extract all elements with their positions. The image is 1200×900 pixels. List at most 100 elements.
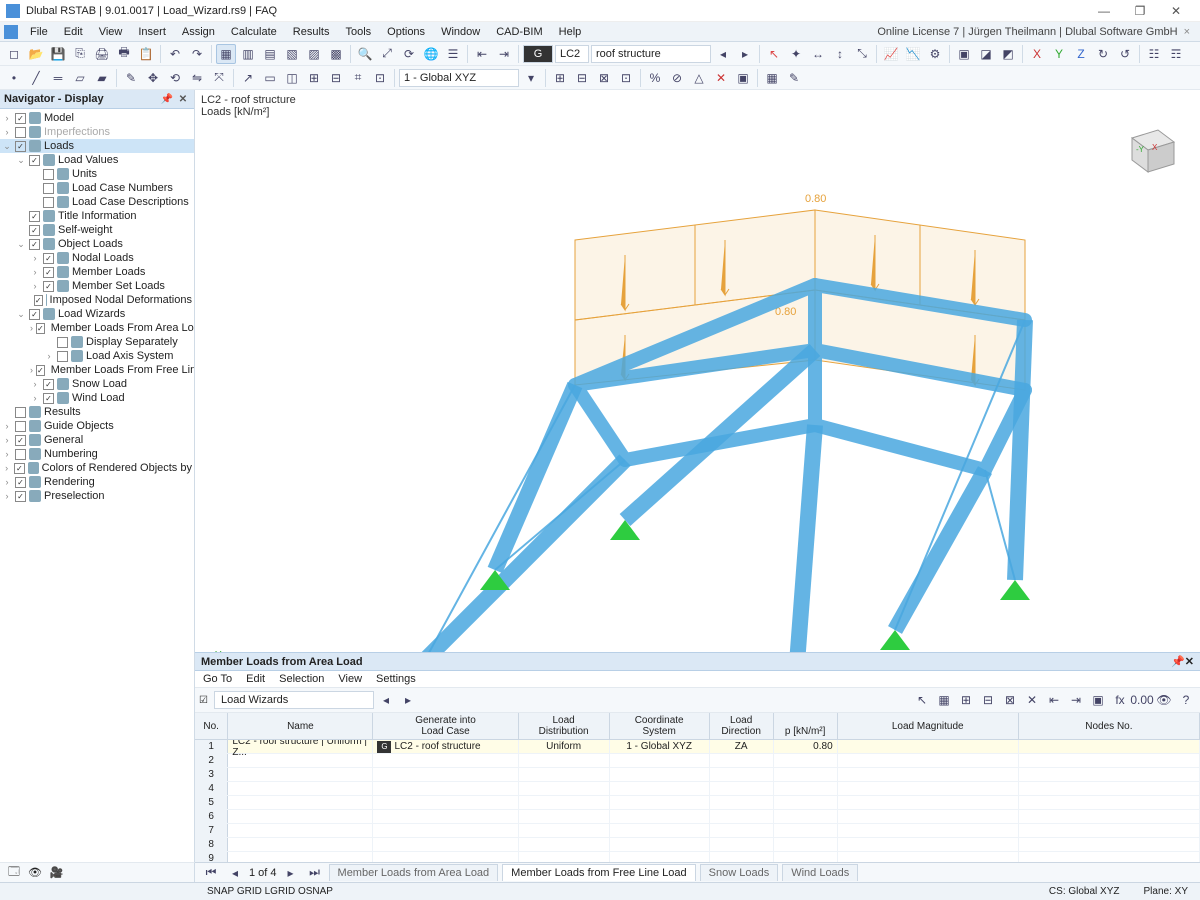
tb7-icon[interactable]: ⇤ xyxy=(1044,690,1064,710)
tree-item[interactable]: ›✓Wind Load xyxy=(0,391,194,405)
tab-area-load[interactable]: Member Loads from Area Load xyxy=(329,864,499,881)
calc-icon[interactable]: ⚙ xyxy=(925,44,945,64)
axis-dropdown[interactable]: 1 - Global XYZ xyxy=(399,69,519,87)
tree-item[interactable]: ›✓Member Set Loads xyxy=(0,279,194,293)
menu-calculate[interactable]: Calculate xyxy=(223,24,285,40)
table-row[interactable]: 7 xyxy=(195,824,1200,838)
c5-icon[interactable]: ⊡ xyxy=(370,68,390,88)
saveall-icon[interactable]: ⎘ xyxy=(70,44,90,64)
panel-menu-edit[interactable]: Edit xyxy=(246,673,265,685)
view-mode6-icon[interactable]: ▩ xyxy=(326,44,346,64)
tb13-icon[interactable]: ? xyxy=(1176,690,1196,710)
refresh-icon[interactable]: ⟳ xyxy=(399,44,419,64)
member-icon[interactable]: ═ xyxy=(48,68,68,88)
save-icon[interactable]: 💾 xyxy=(48,44,68,64)
zoom-fit-icon[interactable]: ⤢ xyxy=(377,44,397,64)
view-mode2-icon[interactable]: ▥ xyxy=(238,44,258,64)
tree-item[interactable]: Results xyxy=(0,405,194,419)
panel-close-icon[interactable]: ✕ xyxy=(1185,655,1194,668)
move-icon[interactable]: ✥ xyxy=(143,68,163,88)
nav-cam-icon[interactable]: 🎥 xyxy=(50,866,64,879)
layer2-icon[interactable]: ☶ xyxy=(1166,44,1186,64)
menu-window[interactable]: Window xyxy=(433,24,488,40)
nav-right-icon[interactable]: ⇥ xyxy=(494,44,514,64)
minimize-button[interactable]: ― xyxy=(1086,1,1122,21)
snap-icon[interactable]: ✦ xyxy=(786,44,806,64)
menu-options[interactable]: Options xyxy=(379,24,433,40)
tb2-icon[interactable]: ▦ xyxy=(934,690,954,710)
r5-icon[interactable]: ▦ xyxy=(762,68,782,88)
view-mode-icon[interactable]: ▦ xyxy=(216,44,236,64)
table-row[interactable]: 8 xyxy=(195,838,1200,852)
tab-snow-loads[interactable]: Snow Loads xyxy=(700,864,779,881)
report-icon[interactable]: 🖶 xyxy=(114,44,134,64)
filter-next-icon[interactable]: ▸ xyxy=(398,690,418,710)
view-mode3-icon[interactable]: ▤ xyxy=(260,44,280,64)
axis-menu-icon[interactable]: ▾ xyxy=(521,68,541,88)
panel-menu-view[interactable]: View xyxy=(338,673,362,685)
panel-menu-settings[interactable]: Settings xyxy=(376,673,416,685)
edit-icon[interactable]: ✎ xyxy=(121,68,141,88)
graph2-icon[interactable]: 📉 xyxy=(903,44,923,64)
navigator-tree[interactable]: ›✓Model›Imperfections⌄✓Loads⌄✓Load Value… xyxy=(0,109,194,882)
tree-item[interactable]: ›✓Preselection xyxy=(0,489,194,503)
c4-icon[interactable]: ⌗ xyxy=(348,68,368,88)
dim-icon[interactable]: ↔ xyxy=(808,44,828,64)
g3-icon[interactable]: ⊠ xyxy=(594,68,614,88)
table-row[interactable]: 5 xyxy=(195,796,1200,810)
surf-icon[interactable]: ▱ xyxy=(70,68,90,88)
tree-item[interactable]: ✓Self-weight xyxy=(0,223,194,237)
menu-insert[interactable]: Insert xyxy=(130,24,174,40)
c3-icon[interactable]: ⊟ xyxy=(326,68,346,88)
tree-item[interactable]: ›Numbering xyxy=(0,447,194,461)
tree-item[interactable]: ›✓Colors of Rendered Objects by xyxy=(0,461,194,475)
status-snap[interactable]: SNAP GRID LGRID OSNAP xyxy=(195,886,345,897)
tree-item[interactable]: ›✓General xyxy=(0,433,194,447)
tree-item[interactable]: ›✓Member Loads From Area Load xyxy=(0,321,194,335)
table-row[interactable]: 3 xyxy=(195,768,1200,782)
rect-icon[interactable]: ▭ xyxy=(260,68,280,88)
filter-dropdown[interactable]: Load Wizards xyxy=(214,691,374,709)
node-icon[interactable]: • xyxy=(4,68,24,88)
tb1-icon[interactable]: ↖ xyxy=(912,690,932,710)
g2-icon[interactable]: ⊟ xyxy=(572,68,592,88)
tb4-icon[interactable]: ⊟ xyxy=(978,690,998,710)
menu-edit[interactable]: Edit xyxy=(56,24,91,40)
nav-data-icon[interactable]: 🗔 xyxy=(8,863,20,882)
cube3-icon[interactable]: ◩ xyxy=(998,44,1018,64)
copy-icon[interactable]: 📋 xyxy=(136,44,156,64)
panel-menu-goto[interactable]: Go To xyxy=(203,673,232,685)
model-canvas[interactable]: 0.80 0.80 xyxy=(195,90,1200,730)
tab-wind-loads[interactable]: Wind Loads xyxy=(782,864,858,881)
r1-icon[interactable]: ⊘ xyxy=(667,68,687,88)
g4-icon[interactable]: ⊡ xyxy=(616,68,636,88)
g1-icon[interactable]: ⊞ xyxy=(550,68,570,88)
tree-item[interactable]: Load Case Descriptions xyxy=(0,195,194,209)
tree-item[interactable]: ›✓Snow Load xyxy=(0,377,194,391)
tree-item[interactable]: ⌄✓Load Wizards xyxy=(0,307,194,321)
maximize-button[interactable]: ❐ xyxy=(1122,1,1158,21)
pct-icon[interactable]: % xyxy=(645,68,665,88)
tb3-icon[interactable]: ⊞ xyxy=(956,690,976,710)
r2-icon[interactable]: △ xyxy=(689,68,709,88)
r3-icon[interactable]: ✕ xyxy=(711,68,731,88)
tree-item[interactable]: ›✓Nodal Loads xyxy=(0,251,194,265)
globe-icon[interactable]: 🌐 xyxy=(421,44,441,64)
tree-item[interactable]: Load Case Numbers xyxy=(0,181,194,195)
tree-item[interactable]: ⌄✓Object Loads xyxy=(0,237,194,251)
axisx-icon[interactable]: X xyxy=(1027,44,1047,64)
panel-pin-icon[interactable]: 📌 xyxy=(1171,655,1185,668)
axisz-icon[interactable]: Z xyxy=(1071,44,1091,64)
lc-prev-icon[interactable]: ◂ xyxy=(713,44,733,64)
close-button[interactable]: ✕ xyxy=(1158,1,1194,21)
menu-cad-bim[interactable]: CAD-BIM xyxy=(488,24,550,40)
lc-next-icon[interactable]: ▸ xyxy=(735,44,755,64)
tree-item[interactable]: ›✓Member Loads From Free Lin... xyxy=(0,363,194,377)
tb8-icon[interactable]: ⇥ xyxy=(1066,690,1086,710)
filter-prev-icon[interactable]: ◂ xyxy=(376,690,396,710)
c2-icon[interactable]: ⊞ xyxy=(304,68,324,88)
menu-tools[interactable]: Tools xyxy=(337,24,379,40)
table-row[interactable]: 4 xyxy=(195,782,1200,796)
r6-icon[interactable]: ✎ xyxy=(784,68,804,88)
prev-page-icon[interactable]: ◂ xyxy=(225,863,245,883)
